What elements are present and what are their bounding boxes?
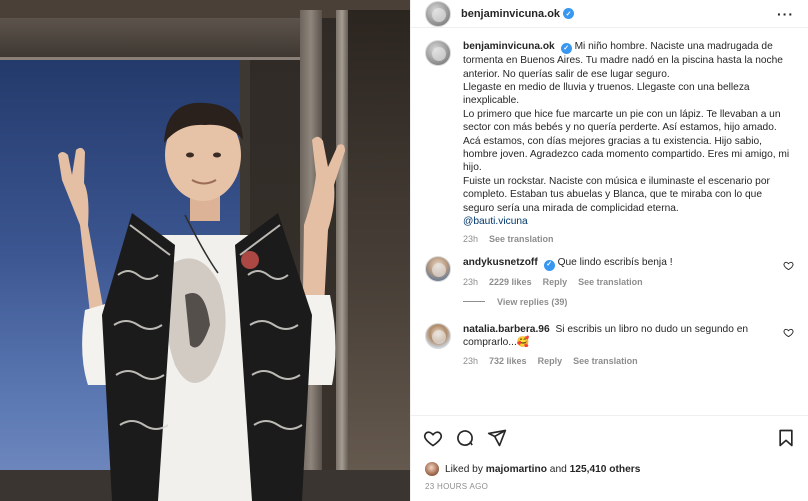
post-header: benjaminvicuna.ok ✓ ··· bbox=[411, 0, 808, 28]
likes-summary: Liked by majomartino and 125,410 others bbox=[411, 459, 808, 479]
commenter-avatar[interactable] bbox=[425, 322, 451, 349]
comment-heart-icon[interactable] bbox=[783, 260, 794, 271]
more-options-icon[interactable]: ··· bbox=[777, 6, 794, 22]
verified-badge-icon: ✓ bbox=[563, 8, 575, 19]
heart-icon[interactable] bbox=[423, 428, 443, 448]
comment-heart-icon[interactable] bbox=[783, 327, 794, 338]
commenter-username[interactable]: natalia.barbera.96 bbox=[463, 324, 550, 335]
comment-item: natalia.barbera.96 Si escribis un libro … bbox=[425, 322, 794, 366]
caption-mention-link[interactable]: @bauti.vicuna bbox=[463, 215, 794, 228]
caption-see-translation-button[interactable]: See translation bbox=[489, 234, 554, 244]
comment-content: Que lindo escribís benja ! bbox=[557, 257, 673, 269]
reply-button[interactable]: Reply bbox=[543, 277, 568, 287]
bookmark-icon[interactable] bbox=[776, 428, 796, 448]
author-avatar[interactable] bbox=[425, 0, 451, 27]
liker-username[interactable]: majomartino bbox=[486, 464, 547, 475]
comment-time[interactable]: 23h bbox=[463, 277, 478, 287]
comments-section[interactable]: benjaminvicuna.ok ✓ Mi niño hombre. Nacis… bbox=[411, 28, 808, 415]
comment-time[interactable]: 23h bbox=[463, 356, 478, 366]
liker-avatar[interactable] bbox=[425, 462, 439, 476]
comment-meta: 23h 732 likes Reply See translation bbox=[463, 356, 775, 366]
caption: benjaminvicuna.ok ✓ Mi niño hombre. Nacis… bbox=[425, 40, 794, 244]
comment-likes-count[interactable]: 2229 likes bbox=[489, 277, 532, 287]
photo-window-frame bbox=[0, 18, 320, 60]
likes-others-count[interactable]: 125,410 others bbox=[570, 464, 641, 475]
comment-body: andykusnetzoff ✓ Que lindo escribís benja… bbox=[463, 256, 775, 286]
post-photo[interactable] bbox=[0, 0, 410, 501]
caption-paragraph-3: Lo primero que hice fue marcarte un pie … bbox=[463, 108, 790, 174]
comment-item: andykusnetzoff ✓ Que lindo escribís benja… bbox=[425, 256, 794, 287]
post-side-panel: benjaminvicuna.ok ✓ ··· benjaminvicuna.o… bbox=[410, 0, 808, 501]
commenter-avatar[interactable] bbox=[425, 256, 451, 283]
caption-text: benjaminvicuna.ok ✓ Mi niño hombre. Nacis… bbox=[463, 40, 794, 228]
caption-meta: 23h See translation bbox=[463, 234, 794, 244]
commenter-username[interactable]: andykusnetzoff bbox=[463, 257, 538, 268]
verified-badge-icon: ✓ bbox=[543, 259, 555, 271]
likes-connector: and bbox=[549, 463, 567, 475]
comment-icon[interactable] bbox=[455, 428, 475, 448]
comment-likes-count[interactable]: 732 likes bbox=[489, 356, 527, 366]
caption-username[interactable]: benjaminvicuna.ok bbox=[463, 41, 555, 52]
see-translation-button[interactable]: See translation bbox=[578, 277, 643, 287]
comment-meta: 23h 2229 likes Reply See translation bbox=[463, 277, 775, 287]
action-bar bbox=[411, 415, 808, 459]
view-replies-line bbox=[463, 301, 485, 303]
caption-author-avatar[interactable] bbox=[425, 40, 451, 66]
author-username[interactable]: benjaminvicuna.ok bbox=[461, 8, 560, 20]
caption-time[interactable]: 23h bbox=[463, 234, 478, 244]
instagram-post: benjaminvicuna.ok ✓ ··· benjaminvicuna.o… bbox=[0, 0, 808, 501]
verified-badge-icon: ✓ bbox=[560, 43, 572, 55]
view-replies-button[interactable]: View replies (39) bbox=[463, 297, 794, 307]
comment-text: andykusnetzoff ✓ Que lindo escribís benja… bbox=[463, 256, 775, 271]
view-replies-label: View replies (39) bbox=[497, 296, 568, 307]
comment-body: natalia.barbera.96 Si escribis un libro … bbox=[463, 323, 775, 366]
caption-body: benjaminvicuna.ok ✓ Mi niño hombre. Nacis… bbox=[463, 40, 794, 244]
caption-paragraph-2: Llegaste en medio de lluvia y truenos. L… bbox=[463, 82, 750, 107]
likes-prefix: Liked by bbox=[445, 463, 483, 475]
see-translation-button[interactable]: See translation bbox=[573, 356, 638, 366]
reply-button[interactable]: Reply bbox=[538, 356, 563, 366]
post-timestamp[interactable]: 23 HOURS AGO bbox=[411, 479, 808, 501]
share-icon[interactable] bbox=[487, 428, 507, 448]
caption-paragraph-4: Fuiste un rockstar. Naciste con música e… bbox=[463, 175, 770, 214]
comment-text: natalia.barbera.96 Si escribis un libro … bbox=[463, 323, 775, 350]
photo-subject bbox=[58, 102, 345, 501]
